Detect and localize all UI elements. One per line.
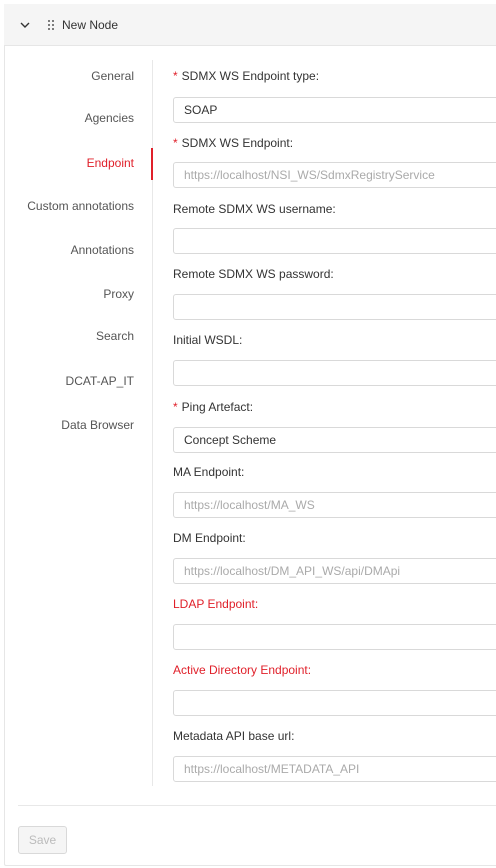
- footer-divider: [18, 805, 496, 806]
- node-title: New Node: [62, 18, 119, 32]
- required-mark: *: [173, 400, 178, 414]
- required-mark: *: [173, 136, 178, 150]
- dm-endpoint-input[interactable]: [173, 558, 496, 584]
- sidebar-item-proxy[interactable]: Proxy: [103, 287, 134, 301]
- ldap-endpoint-label: LDAP Endpoint:: [173, 597, 259, 611]
- ma-endpoint-label: MA Endpoint:: [173, 465, 245, 479]
- sidebar-item-annotations[interactable]: Annotations: [71, 243, 134, 257]
- initial-wsdl-input[interactable]: [173, 360, 496, 386]
- ping-artefact-label: * Ping Artefact:: [173, 400, 254, 414]
- drag-handle-icon[interactable]: [46, 18, 56, 32]
- required-mark: *: [173, 69, 178, 83]
- endpoint-type-select[interactable]: SOAP: [173, 97, 496, 123]
- ws-username-label: Remote SDMX WS username:: [173, 202, 336, 216]
- ping-artefact-select[interactable]: Concept Scheme: [173, 427, 496, 453]
- active-tab-indicator: [151, 148, 153, 180]
- save-button[interactable]: Save: [18, 826, 67, 854]
- ma-endpoint-input[interactable]: [173, 492, 496, 518]
- sidebar-item-data-browser[interactable]: Data Browser: [61, 418, 134, 432]
- sidebar-item-endpoint[interactable]: Endpoint: [87, 156, 134, 170]
- initial-wsdl-label: Initial WSDL:: [173, 333, 243, 347]
- metadata-api-input[interactable]: [173, 756, 496, 782]
- sidebar-item-custom-annotations[interactable]: Custom annotations: [27, 199, 134, 213]
- sidebar-item-agencies[interactable]: Agencies: [85, 111, 134, 125]
- sidebar-item-search[interactable]: Search: [96, 329, 134, 343]
- metadata-api-label: Metadata API base url:: [173, 729, 295, 743]
- node-header[interactable]: New Node: [4, 4, 496, 46]
- chevron-down-icon[interactable]: [18, 18, 32, 32]
- dm-endpoint-label: DM Endpoint:: [173, 531, 246, 545]
- ad-endpoint-input[interactable]: [173, 690, 496, 716]
- sidebar-item-dcat-ap-it[interactable]: DCAT-AP_IT: [66, 374, 134, 388]
- ws-password-input[interactable]: [173, 294, 496, 320]
- ad-endpoint-label: Active Directory Endpoint:: [173, 663, 312, 677]
- ws-username-input[interactable]: [173, 228, 496, 254]
- ldap-endpoint-input[interactable]: [173, 624, 496, 650]
- ws-password-label: Remote SDMX WS password:: [173, 267, 334, 281]
- endpoint-label: * SDMX WS Endpoint:: [173, 136, 294, 150]
- sidebar-item-general[interactable]: General: [91, 69, 134, 83]
- endpoint-input[interactable]: [173, 162, 496, 188]
- endpoint-type-label: * SDMX WS Endpoint type:: [173, 69, 320, 83]
